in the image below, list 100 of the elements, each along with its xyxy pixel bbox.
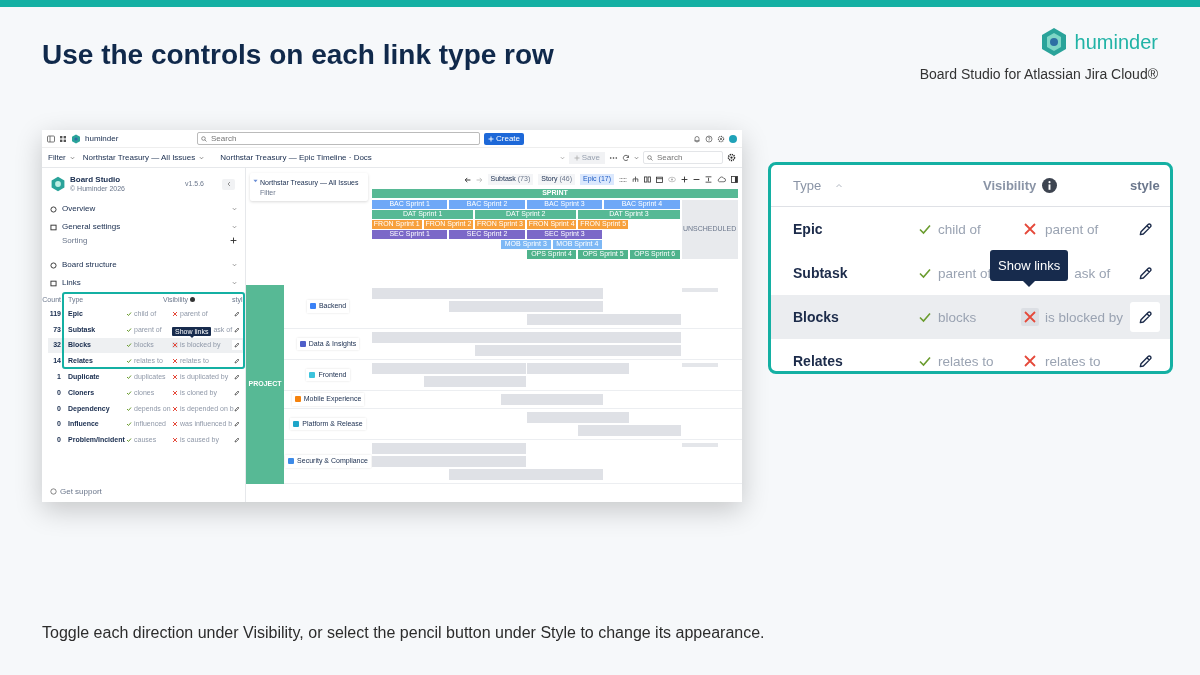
column-header[interactable]: Type xyxy=(793,178,822,193)
brand-name: huminder xyxy=(1074,30,1158,54)
table-row[interactable]: Relates relates to relates to xyxy=(771,339,1170,371)
bell-icon[interactable] xyxy=(693,134,701,143)
refresh-icon[interactable] xyxy=(622,153,630,162)
check-icon[interactable] xyxy=(918,354,932,368)
cross-icon[interactable] xyxy=(172,421,178,428)
sidebar-subitem[interactable]: Sorting xyxy=(62,235,88,246)
cross-icon xyxy=(1023,354,1037,368)
caret-icon[interactable] xyxy=(69,155,75,160)
pencil-icon xyxy=(234,389,240,396)
pencil-icon xyxy=(234,421,240,428)
sidebar-item[interactable]: General settings xyxy=(62,222,227,232)
pencil-icon xyxy=(234,358,240,365)
check-icon[interactable] xyxy=(126,389,132,396)
plus-icon[interactable] xyxy=(230,237,237,244)
caret-icon[interactable] xyxy=(634,155,639,160)
panel-icon[interactable] xyxy=(731,176,738,183)
link-label: relates to xyxy=(938,353,994,369)
sidebar-item[interactable]: Board structure xyxy=(62,260,227,270)
check-icon[interactable] xyxy=(126,421,132,428)
edit-button[interactable] xyxy=(1130,302,1160,332)
fit-icon[interactable] xyxy=(705,176,712,183)
info-icon[interactable] xyxy=(1042,178,1058,193)
check-icon[interactable] xyxy=(126,327,132,334)
hierarchy-icon[interactable] xyxy=(632,176,639,183)
calendar-icon[interactable] xyxy=(656,176,663,183)
cloud-icon[interactable] xyxy=(717,176,726,183)
settings-icon[interactable] xyxy=(727,153,736,162)
pencil-icon xyxy=(1137,353,1153,369)
link-type: Epic xyxy=(793,221,824,237)
chevron-icon[interactable] xyxy=(232,263,237,267)
chevron-icon xyxy=(226,181,231,187)
more-icon[interactable] xyxy=(609,155,618,160)
forward-arrow-icon[interactable] xyxy=(475,176,483,183)
check-icon[interactable] xyxy=(126,437,132,444)
cross-icon[interactable] xyxy=(172,358,178,365)
pencil-icon xyxy=(234,437,240,444)
cross-icon[interactable] xyxy=(172,310,178,317)
check-icon[interactable] xyxy=(126,374,132,381)
collapse-button[interactable] xyxy=(222,178,235,190)
eye-icon[interactable] xyxy=(668,176,676,183)
link-type: Subtask xyxy=(793,265,849,281)
cross-icon[interactable] xyxy=(172,389,178,396)
create-button[interactable]: Create xyxy=(484,132,524,145)
plus-icon xyxy=(488,135,494,142)
tooltip: Show links xyxy=(990,249,1069,287)
app-grid-icon[interactable] xyxy=(59,134,67,143)
chevron-icon[interactable] xyxy=(232,207,237,211)
caret-icon[interactable] xyxy=(559,155,565,160)
link-label: relates to xyxy=(1045,353,1101,369)
back-arrow-icon[interactable] xyxy=(463,176,471,183)
check-icon[interactable] xyxy=(918,222,932,236)
chevron-icon[interactable] xyxy=(232,225,237,229)
search-icon xyxy=(647,154,653,161)
check-icon[interactable] xyxy=(918,310,932,324)
filter-label: Filter xyxy=(48,152,66,163)
check-icon[interactable] xyxy=(126,405,132,412)
board-selector[interactable]: Northstar Treasury — All Issues xyxy=(82,152,196,163)
help-icon[interactable] xyxy=(705,134,713,143)
sidebar-item[interactable]: Overview xyxy=(62,204,227,214)
cross-icon xyxy=(1023,222,1037,236)
chevron-icon[interactable] xyxy=(232,281,237,285)
cross-icon[interactable] xyxy=(172,437,178,444)
plus-icon xyxy=(573,154,580,161)
cross-icon[interactable] xyxy=(172,405,178,412)
link-type: Blocks xyxy=(793,309,840,325)
pencil-icon xyxy=(1137,309,1153,325)
pencil-icon xyxy=(234,405,240,412)
caret-icon[interactable] xyxy=(199,155,205,160)
slide-title: Use the controls on each link type row xyxy=(42,38,554,72)
sidebar-item[interactable]: Links xyxy=(62,278,227,288)
view-title: Northstar Treasury — Epic Timeline · Docs xyxy=(220,152,372,163)
logo-icon xyxy=(50,176,66,192)
pencil-icon xyxy=(234,342,240,349)
avatar[interactable] xyxy=(729,134,737,143)
pencil-icon xyxy=(234,374,240,381)
table-row[interactable]: Epic child of parent of xyxy=(771,207,1170,251)
zoom-out-icon[interactable] xyxy=(693,176,700,183)
sidebar-toggle-icon[interactable] xyxy=(47,134,55,143)
caption: Toggle each direction under Visibility, or select the pencil button under Style to change its appearance. xyxy=(42,624,766,642)
pencil-icon xyxy=(234,327,240,334)
cross-toggle[interactable] xyxy=(1021,308,1039,326)
cross-icon[interactable] xyxy=(172,374,178,381)
caret-icon[interactable] xyxy=(253,179,258,183)
table-row[interactable]: Blocks blocks is blocked by xyxy=(771,295,1170,339)
check-icon[interactable] xyxy=(126,310,132,317)
support-link[interactable]: Get support xyxy=(60,486,102,496)
logo-icon xyxy=(71,133,81,144)
info-icon[interactable] xyxy=(190,297,196,303)
cross-icon xyxy=(1023,310,1037,324)
check-icon[interactable] xyxy=(126,358,132,365)
check-icon[interactable] xyxy=(126,342,132,349)
cross-icon[interactable] xyxy=(172,342,178,349)
search-field[interactable]: Search xyxy=(197,132,480,145)
columns-icon[interactable] xyxy=(644,176,651,183)
app-brand: huminder xyxy=(85,133,120,144)
zoom-in-icon[interactable] xyxy=(681,176,688,183)
rows-icon[interactable] xyxy=(619,176,627,183)
check-icon[interactable] xyxy=(918,266,932,280)
